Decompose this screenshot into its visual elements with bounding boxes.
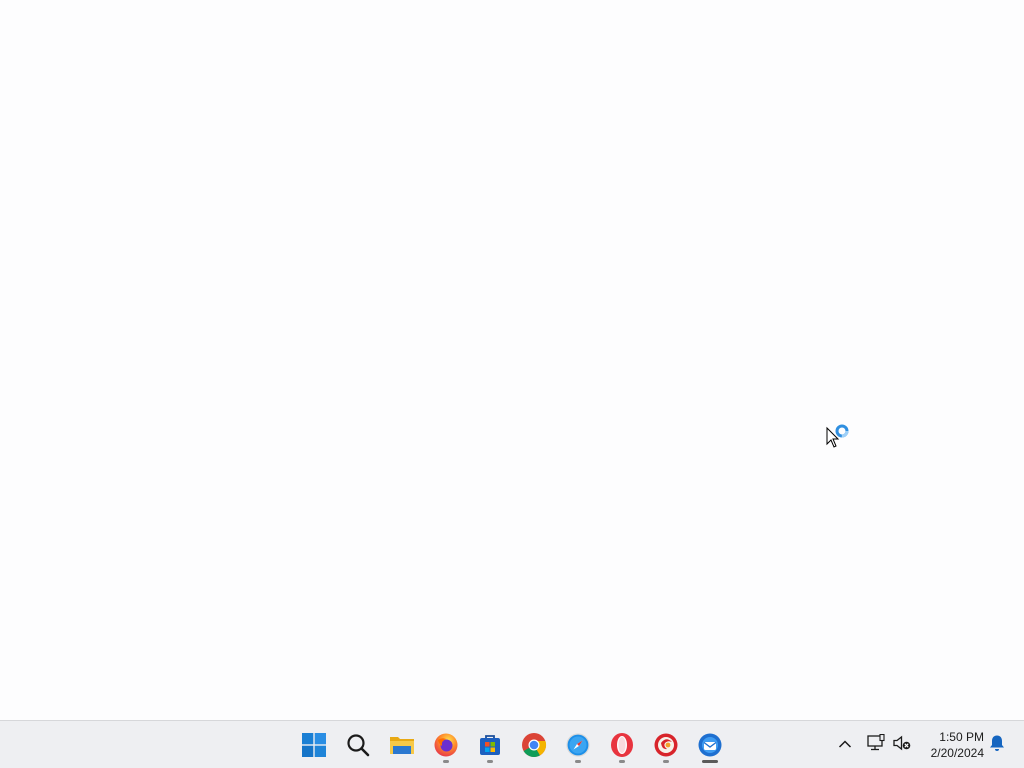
notification-bell-icon	[989, 734, 1005, 757]
running-indicator-active	[702, 760, 718, 763]
chrome-icon	[521, 732, 547, 758]
running-indicator	[487, 760, 493, 763]
thunderbird-icon	[697, 732, 723, 758]
desktop[interactable]	[0, 0, 1024, 720]
network-icon	[866, 733, 886, 757]
clock-time: 1:50 PM	[939, 730, 984, 744]
volume-button[interactable]	[890, 733, 914, 757]
busy-cursor-icon	[826, 424, 852, 452]
taskbar-app-thunderbird[interactable]	[690, 725, 730, 765]
file-explorer-icon	[389, 733, 415, 757]
taskbar-app-microsoft-store[interactable]	[470, 725, 510, 765]
chevron-up-icon	[838, 736, 852, 754]
taskbar-app-chrome[interactable]	[514, 725, 554, 765]
show-hidden-icons-button[interactable]	[833, 733, 857, 757]
safari-icon	[565, 732, 591, 758]
running-indicator	[575, 760, 581, 763]
volume-muted-icon	[892, 734, 912, 757]
opera-icon	[609, 732, 635, 758]
network-button[interactable]	[864, 733, 888, 757]
taskbar-app-firefox[interactable]	[426, 725, 466, 765]
clock-date: 2/20/2024	[930, 746, 984, 760]
system-clock[interactable]: 1:50 PM 2/20/2024	[918, 729, 984, 761]
browser-icon	[653, 732, 679, 758]
notification-center-button[interactable]	[985, 733, 1009, 757]
windows-start-icon	[302, 733, 326, 757]
start-button[interactable]	[294, 725, 334, 765]
running-indicator	[443, 760, 449, 763]
microsoft-store-icon	[478, 733, 502, 757]
taskbar-app-safari[interactable]	[558, 725, 598, 765]
running-indicator	[619, 760, 625, 763]
firefox-icon	[433, 732, 459, 758]
search-button[interactable]	[338, 725, 378, 765]
taskbar: 1:50 PM 2/20/2024	[0, 720, 1024, 768]
search-icon	[346, 733, 370, 757]
taskbar-app-browser[interactable]	[646, 725, 686, 765]
running-indicator	[663, 760, 669, 763]
taskbar-app-opera[interactable]	[602, 725, 642, 765]
taskbar-app-file-explorer[interactable]	[382, 725, 422, 765]
